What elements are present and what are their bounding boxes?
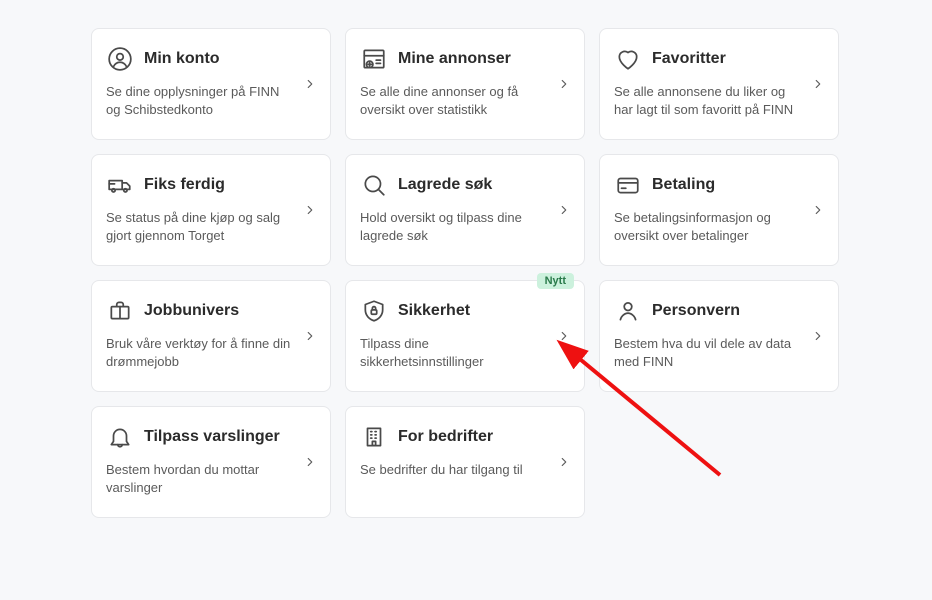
card-title: Fiks ferdig [144,176,225,194]
chevron-right-icon [556,328,572,344]
card-desc: Se status på dine kjøp og salg gjort gje… [106,209,316,245]
chevron-right-icon [810,328,826,344]
card-title: Min konto [144,50,220,68]
card-job-universe[interactable]: Jobbunivers Bruk våre verktøy for å finn… [91,280,331,392]
card-ads[interactable]: Mine annonser Se alle dine annonser og f… [345,28,585,140]
card-title: Personvern [652,302,740,320]
card-notifications[interactable]: Tilpass varslinger Bestem hvordan du mot… [91,406,331,518]
search-icon [360,171,388,199]
card-desc: Bruk våre verktøy for å finne din drømme… [106,335,316,371]
truck-icon [106,171,134,199]
card-title: Jobbunivers [144,302,239,320]
card-payment[interactable]: Betaling Se betalingsinformasjon og over… [599,154,839,266]
chevron-right-icon [302,328,318,344]
bell-icon [106,423,134,451]
card-fiks-ferdig[interactable]: Fiks ferdig Se status på dine kjøp og sa… [91,154,331,266]
card-title: Tilpass varslinger [144,428,280,446]
card-desc: Se dine opplysninger på FINN og Schibste… [106,83,316,119]
card-privacy[interactable]: Personvern Bestem hva du vil dele av dat… [599,280,839,392]
card-desc: Tilpass dine sikkerhetsinnstillinger [360,335,570,371]
card-favorites[interactable]: Favoritter Se alle annonsene du liker og… [599,28,839,140]
card-title: For bedrifter [398,428,493,446]
card-icon [614,171,642,199]
heart-icon [614,45,642,73]
settings-grid: Min konto Se dine opplysninger på FINN o… [91,28,841,518]
shield-lock-icon [360,297,388,325]
card-title: Betaling [652,176,715,194]
chevron-right-icon [556,202,572,218]
user-circle-icon [106,45,134,73]
card-title: Sikkerhet [398,302,470,320]
chevron-right-icon [302,454,318,470]
new-badge: Nytt [537,273,574,289]
chevron-right-icon [556,76,572,92]
building-icon [360,423,388,451]
chevron-right-icon [302,202,318,218]
card-desc: Bestem hvordan du mottar varslinger [106,461,316,497]
chevron-right-icon [302,76,318,92]
chevron-right-icon [810,202,826,218]
card-title: Favoritter [652,50,726,68]
briefcase-icon [106,297,134,325]
card-desc: Hold oversikt og tilpass dine lagrede sø… [360,209,570,245]
person-icon [614,297,642,325]
card-title: Mine annonser [398,50,511,68]
card-desc: Se bedrifter du har tilgang til [360,461,570,479]
ad-list-icon [360,45,388,73]
card-desc: Se alle annonsene du liker og har lagt t… [614,83,824,119]
card-security[interactable]: Nytt Sikkerhet Tilpass dine sikkerhetsin… [345,280,585,392]
card-desc: Bestem hva du vil dele av data med FINN [614,335,824,371]
chevron-right-icon [810,76,826,92]
card-title: Lagrede søk [398,176,492,194]
card-account[interactable]: Min konto Se dine opplysninger på FINN o… [91,28,331,140]
card-desc: Se alle dine annonser og få oversikt ove… [360,83,570,119]
card-saved-searches[interactable]: Lagrede søk Hold oversikt og tilpass din… [345,154,585,266]
card-desc: Se betalingsinformasjon og oversikt over… [614,209,824,245]
chevron-right-icon [556,454,572,470]
card-business[interactable]: For bedrifter Se bedrifter du har tilgan… [345,406,585,518]
